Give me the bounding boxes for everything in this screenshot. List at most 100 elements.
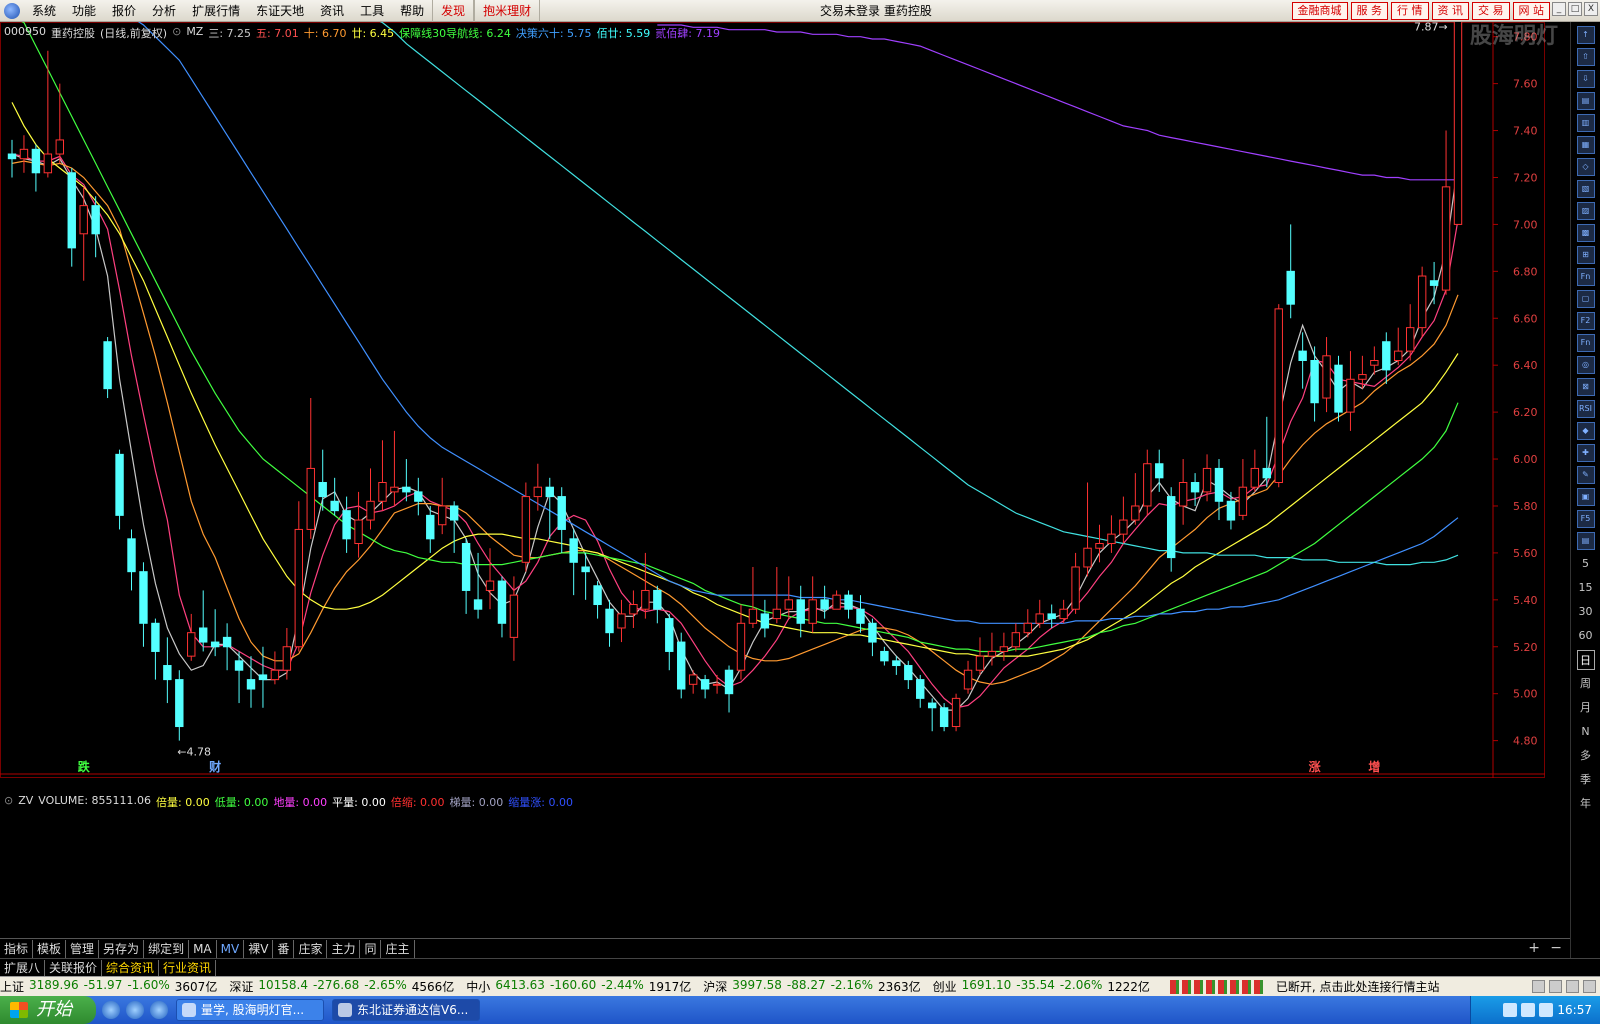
period-button[interactable]: 月 — [1577, 698, 1595, 718]
toolbar-button-icon[interactable]: Fn — [1576, 334, 1595, 352]
settings-icon[interactable] — [1549, 980, 1562, 993]
toolbar-button-icon[interactable]: RSI — [1576, 400, 1595, 418]
toolbar-button-icon[interactable]: F2 — [1576, 312, 1595, 330]
indicator-tab[interactable]: 庄主 — [381, 939, 415, 958]
security-icon[interactable] — [1539, 1003, 1554, 1017]
event-marker[interactable]: 涨 — [1309, 759, 1321, 774]
index-item[interactable]: 创业 1691.10 -35.54 -2.06% 1222亿 — [933, 978, 1150, 995]
toolbar-button-icon[interactable]: ▤ — [1576, 532, 1595, 550]
maximize-button[interactable]: □ — [1568, 2, 1582, 16]
browser-icon[interactable] — [126, 1001, 144, 1019]
menu-function[interactable]: 功能 — [64, 0, 104, 22]
volume-indicator-name[interactable]: ZV — [18, 794, 33, 810]
period-button[interactable]: 日 — [1576, 650, 1595, 670]
period-button[interactable]: 15 — [1577, 578, 1595, 598]
service-button[interactable]: 服 务 — [1350, 2, 1388, 20]
index-item[interactable]: 沪深 3997.58 -88.27 -2.16% 2363亿 — [703, 978, 920, 995]
toolbar-button-icon[interactable]: ✎ — [1576, 466, 1595, 484]
price-chart[interactable]: 7.807.607.407.207.006.806.606.406.206.00… — [0, 22, 1545, 778]
period-button[interactable]: 多 — [1577, 746, 1595, 766]
zoom-out-button[interactable]: − — [1550, 940, 1562, 956]
toolbar-button-icon[interactable]: ⊠ — [1576, 378, 1595, 396]
toolbar-button-icon[interactable]: ↑ — [1576, 26, 1595, 44]
indicator-tab[interactable]: 绑定到 — [144, 939, 190, 958]
toolbar-button-icon[interactable]: ▦ — [1576, 136, 1595, 154]
close-button[interactable]: X — [1584, 2, 1598, 16]
mall-button[interactable]: 金融商城 — [1291, 2, 1348, 20]
indicator-tab[interactable]: MA — [189, 939, 217, 958]
indicator-name[interactable]: MZ — [186, 25, 203, 41]
period-button[interactable]: 60 — [1577, 626, 1595, 646]
close-icon[interactable] — [1583, 980, 1596, 993]
toolbar-button-icon[interactable]: ⇩ — [1576, 70, 1595, 88]
menu-system[interactable]: 系统 — [24, 0, 64, 22]
toolbar-button-icon[interactable]: ▥ — [1576, 114, 1595, 132]
zoom-in-button[interactable]: + — [1528, 940, 1540, 956]
toolbar-button-icon[interactable]: ◆ — [1576, 422, 1595, 440]
info-tab[interactable]: 行业资讯 — [159, 959, 217, 976]
indicator-tab[interactable]: 番 — [273, 939, 295, 958]
indicator-tab[interactable]: 庄家 — [294, 939, 328, 958]
indicator-tab[interactable]: 指标 — [0, 939, 34, 958]
index-item[interactable]: 深证 10158.4 -276.68 -2.65% 4566亿 — [229, 978, 454, 995]
indicator-tab[interactable]: 另存为 — [99, 939, 145, 958]
toolbar-button-icon[interactable]: ✚ — [1576, 444, 1595, 462]
ie-icon[interactable] — [102, 1001, 120, 1019]
menu-discover[interactable]: 发现 — [432, 0, 475, 22]
media-icon[interactable] — [150, 1001, 168, 1019]
taskbar-item-tdx[interactable]: 东北证券通达信V6... — [332, 999, 480, 1021]
toolbar-button-icon[interactable]: F5 — [1576, 510, 1595, 528]
indicator-tab[interactable]: 同 — [360, 939, 382, 958]
toolbar-button-icon[interactable]: ▨ — [1576, 202, 1595, 220]
indicator-tab[interactable]: 管理 — [66, 939, 100, 958]
toolbar-button-icon[interactable]: ◎ — [1576, 356, 1595, 374]
menu-finance[interactable]: 抱米理财 — [474, 0, 541, 22]
menu-dongzheng[interactable]: 东证天地 — [248, 0, 312, 22]
network-icon[interactable] — [1503, 1003, 1518, 1017]
period-button[interactable]: 年 — [1577, 794, 1595, 814]
connection-status[interactable]: 已断开, 点击此处连接行情主站 — [1276, 978, 1440, 995]
toolbar-button-icon[interactable]: Fn — [1576, 268, 1595, 286]
menu-tools[interactable]: 工具 — [352, 0, 392, 22]
period-button[interactable]: 季 — [1577, 770, 1595, 790]
toolbar-button-icon[interactable]: ⇧ — [1576, 48, 1595, 66]
dropdown-arrow-icon[interactable]: ⊙ — [172, 25, 181, 41]
event-marker[interactable]: 跌 — [78, 759, 91, 774]
start-button[interactable]: 开始 — [0, 996, 96, 1024]
taskbar-item-browser[interactable]: 量学, 股海明灯官... — [176, 999, 324, 1021]
toolbar-button-icon[interactable]: ▢ — [1576, 290, 1595, 308]
menu-analysis[interactable]: 分析 — [144, 0, 184, 22]
toolbar-button-icon[interactable]: ⊞ — [1576, 246, 1595, 264]
indicator-tab[interactable]: 裸V — [244, 939, 274, 958]
menu-quote[interactable]: 报价 — [104, 0, 144, 22]
sound-icon[interactable] — [1566, 980, 1579, 993]
dropdown-arrow-icon[interactable]: ⊙ — [4, 794, 13, 810]
period-button[interactable]: N — [1577, 722, 1595, 742]
indicator-tab[interactable]: 模板 — [33, 939, 67, 958]
period-button[interactable]: 周 — [1577, 674, 1595, 694]
toolbar-button-icon[interactable]: ▣ — [1576, 488, 1595, 506]
period-button[interactable]: 30 — [1577, 602, 1595, 622]
toolbar-button-icon[interactable]: ▧ — [1576, 180, 1595, 198]
indicator-tab[interactable]: 主力 — [327, 939, 361, 958]
indicator-tab[interactable]: MV — [217, 939, 245, 958]
toolbar-button-icon[interactable]: ◇ — [1576, 158, 1595, 176]
info-tab[interactable]: 扩展八 — [0, 959, 46, 976]
index-item[interactable]: 中小 6413.63 -160.60 -2.44% 1917亿 — [466, 978, 691, 995]
menu-info[interactable]: 资讯 — [312, 0, 352, 22]
info-tab[interactable]: 综合资讯 — [102, 959, 160, 976]
period-button[interactable]: 5 — [1577, 554, 1595, 574]
market-button[interactable]: 行 情 — [1391, 2, 1429, 20]
checkbox-icon[interactable] — [1532, 980, 1545, 993]
minimize-button[interactable]: _ — [1552, 2, 1566, 16]
menu-help[interactable]: 帮助 — [392, 0, 432, 22]
toolbar-button-icon[interactable]: ▩ — [1576, 224, 1595, 242]
info-tab[interactable]: 关联报价 — [45, 959, 103, 976]
toolbar-button-icon[interactable]: ▤ — [1576, 92, 1595, 110]
event-marker[interactable]: 增 — [1368, 759, 1380, 774]
news-button[interactable]: 资 讯 — [1431, 2, 1469, 20]
menu-extended-market[interactable]: 扩展行情 — [184, 0, 248, 22]
event-marker[interactable]: 财 — [208, 759, 221, 774]
volume-icon[interactable] — [1521, 1003, 1536, 1017]
index-item[interactable]: 上证 3189.96 -51.97 -1.60% 3607亿 — [0, 978, 217, 995]
